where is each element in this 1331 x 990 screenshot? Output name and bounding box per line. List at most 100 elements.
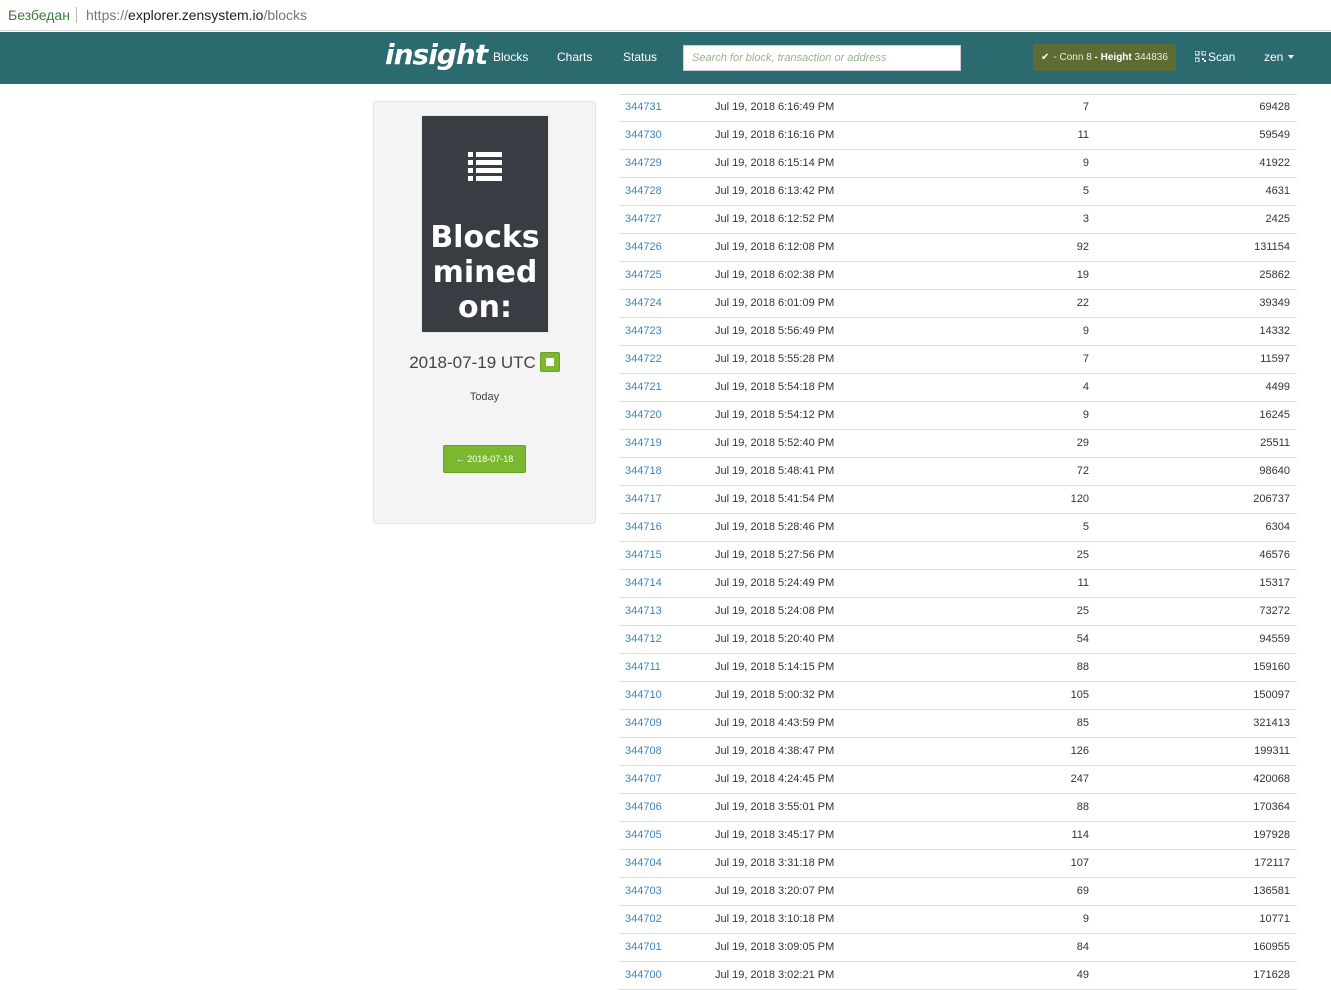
block-timestamp: Jul 19, 2018 3:20:07 PM (715, 885, 835, 897)
block-size: 172117 (1254, 857, 1290, 869)
block-size: 25862 (1259, 269, 1290, 281)
block-height-link[interactable]: 344723 (625, 318, 662, 345)
block-timestamp: Jul 19, 2018 6:16:49 PM (715, 101, 835, 113)
table-row: 344728 Jul 19, 2018 6:13:42 PM 5 4631 (619, 178, 1297, 206)
top-navbar: insight Blocks Charts Status ✔- Conn 8 -… (0, 32, 1331, 84)
block-height-link[interactable]: 344712 (625, 626, 662, 653)
block-tx-count: 4 (1082, 381, 1089, 393)
block-height-link[interactable]: 344700 (625, 962, 662, 989)
block-height-link[interactable]: 344701 (625, 934, 662, 961)
block-size: 16245 (1259, 409, 1290, 421)
block-size: 131154 (1254, 241, 1290, 253)
block-height-link[interactable]: 344722 (625, 346, 662, 373)
block-size: 159160 (1253, 661, 1290, 673)
block-height-link[interactable]: 344728 (625, 178, 662, 205)
block-height-link[interactable]: 344720 (625, 402, 662, 429)
security-indicator[interactable]: Безбедан (8, 0, 70, 30)
chevron-down-icon (1288, 55, 1295, 59)
table-row: 344711 Jul 19, 2018 5:14:15 PM 88 159160 (619, 654, 1297, 682)
block-height-link[interactable]: 344707 (625, 766, 662, 793)
block-height-link[interactable]: 344726 (625, 234, 662, 261)
block-timestamp: Jul 19, 2018 5:27:56 PM (715, 549, 835, 561)
block-height-link[interactable]: 344725 (625, 262, 662, 289)
block-height-link[interactable]: 344710 (625, 682, 662, 709)
block-size: 136581 (1253, 885, 1290, 897)
url-field[interactable]: https://explorer.zensystem.io/blocks (86, 0, 307, 30)
block-height-link[interactable]: 344718 (625, 458, 662, 485)
block-height-link[interactable]: 344702 (625, 906, 662, 933)
block-height-link[interactable]: 344729 (625, 150, 662, 177)
url-host: explorer.zensystem.io (128, 7, 264, 23)
block-size: 69428 (1259, 101, 1290, 113)
block-tx-count: 126 (1070, 745, 1089, 757)
block-tx-count: 5 (1082, 185, 1089, 197)
nav-charts-link[interactable]: Charts (557, 50, 592, 64)
block-timestamp: Jul 19, 2018 6:02:38 PM (715, 269, 835, 281)
block-height-link[interactable]: 344706 (625, 794, 662, 821)
block-height-link[interactable]: 344716 (625, 514, 662, 541)
table-row: 344727 Jul 19, 2018 6:12:52 PM 3 2425 (619, 206, 1297, 234)
list-icon (468, 152, 502, 181)
scan-button[interactable]: Scan (1195, 50, 1235, 64)
block-height-link[interactable]: 344711 (625, 654, 661, 681)
table-row: 344702 Jul 19, 2018 3:10:18 PM 9 10771 (619, 906, 1297, 934)
block-tx-count: 29 (1076, 437, 1089, 449)
block-timestamp: Jul 19, 2018 4:24:45 PM (715, 773, 835, 785)
block-size: 94559 (1259, 633, 1290, 645)
block-tx-count: 25 (1076, 605, 1089, 617)
selected-date: 2018-07-19 UTC (374, 352, 595, 373)
table-row: 344708 Jul 19, 2018 4:38:47 PM 126 199311 (619, 738, 1297, 766)
table-row: 344715 Jul 19, 2018 5:27:56 PM 25 46576 (619, 542, 1297, 570)
currency-label: zen (1264, 50, 1284, 64)
table-row: 344712 Jul 19, 2018 5:20:40 PM 54 94559 (619, 626, 1297, 654)
table-row: 344725 Jul 19, 2018 6:02:38 PM 19 25862 (619, 262, 1297, 290)
block-height-link[interactable]: 344724 (625, 290, 662, 317)
block-tx-count: 88 (1076, 801, 1089, 813)
block-height-link[interactable]: 344731 (625, 94, 662, 121)
block-tx-count: 92 (1076, 241, 1089, 253)
block-height-link[interactable]: 344704 (625, 850, 662, 877)
table-row: 344717 Jul 19, 2018 5:41:54 PM 120 206737 (619, 486, 1297, 514)
block-height-link[interactable]: 344703 (625, 878, 662, 905)
block-height-link[interactable]: 344727 (625, 206, 662, 233)
block-timestamp: Jul 19, 2018 5:48:41 PM (715, 465, 835, 477)
block-height-link[interactable]: 344713 (625, 598, 662, 625)
block-size: 98640 (1259, 465, 1290, 477)
block-height-link[interactable]: 344721 (625, 374, 662, 401)
scan-label: Scan (1208, 50, 1236, 64)
block-timestamp: Jul 19, 2018 5:24:08 PM (715, 605, 835, 617)
block-size: 160955 (1253, 941, 1290, 953)
block-size: 2425 (1265, 213, 1290, 225)
block-height-link[interactable]: 344714 (625, 570, 662, 597)
block-timestamp: Jul 19, 2018 3:55:01 PM (715, 801, 835, 813)
block-height-link[interactable]: 344709 (625, 710, 662, 737)
block-timestamp: Jul 19, 2018 6:12:52 PM (715, 213, 835, 225)
blocks-mined-heading: Blocks mined on: (430, 220, 540, 325)
block-timestamp: Jul 19, 2018 5:55:28 PM (715, 353, 835, 365)
block-timestamp: Jul 19, 2018 5:54:18 PM (715, 381, 835, 393)
table-row: 344722 Jul 19, 2018 5:55:28 PM 7 11597 (619, 346, 1297, 374)
previous-date-button[interactable]: ← 2018-07-18 (443, 445, 526, 473)
calendar-icon[interactable] (539, 352, 560, 372)
brand-logo[interactable]: insight (385, 38, 488, 71)
block-size: 199311 (1254, 745, 1290, 757)
block-size: 14332 (1259, 325, 1290, 337)
connection-status-badge[interactable]: ✔ - Conn 8 - Height 344836 (1033, 44, 1176, 71)
block-height-link[interactable]: 344715 (625, 542, 662, 569)
currency-dropdown[interactable]: zen (1264, 50, 1295, 64)
table-row: 344726 Jul 19, 2018 6:12:08 PM 92 131154 (619, 234, 1297, 262)
block-tx-count: 9 (1082, 157, 1089, 169)
block-height-link[interactable]: 344717 (625, 486, 662, 513)
block-height-link[interactable]: 344708 (625, 738, 662, 765)
browser-address-bar[interactable]: Безбедан https://explorer.zensystem.io/b… (0, 0, 1331, 31)
block-height-link[interactable]: 344719 (625, 430, 662, 457)
block-height-link[interactable]: 344730 (625, 122, 662, 149)
nav-status-link[interactable]: Status (623, 50, 657, 64)
search-input[interactable] (683, 45, 961, 71)
block-height-link[interactable]: 344705 (625, 822, 662, 849)
table-row: 344704 Jul 19, 2018 3:31:18 PM 107 172117 (619, 850, 1297, 878)
block-size: 46576 (1259, 549, 1290, 561)
block-timestamp: Jul 19, 2018 5:20:40 PM (715, 633, 835, 645)
nav-blocks-link[interactable]: Blocks (493, 50, 528, 64)
block-tx-count: 54 (1076, 633, 1089, 645)
